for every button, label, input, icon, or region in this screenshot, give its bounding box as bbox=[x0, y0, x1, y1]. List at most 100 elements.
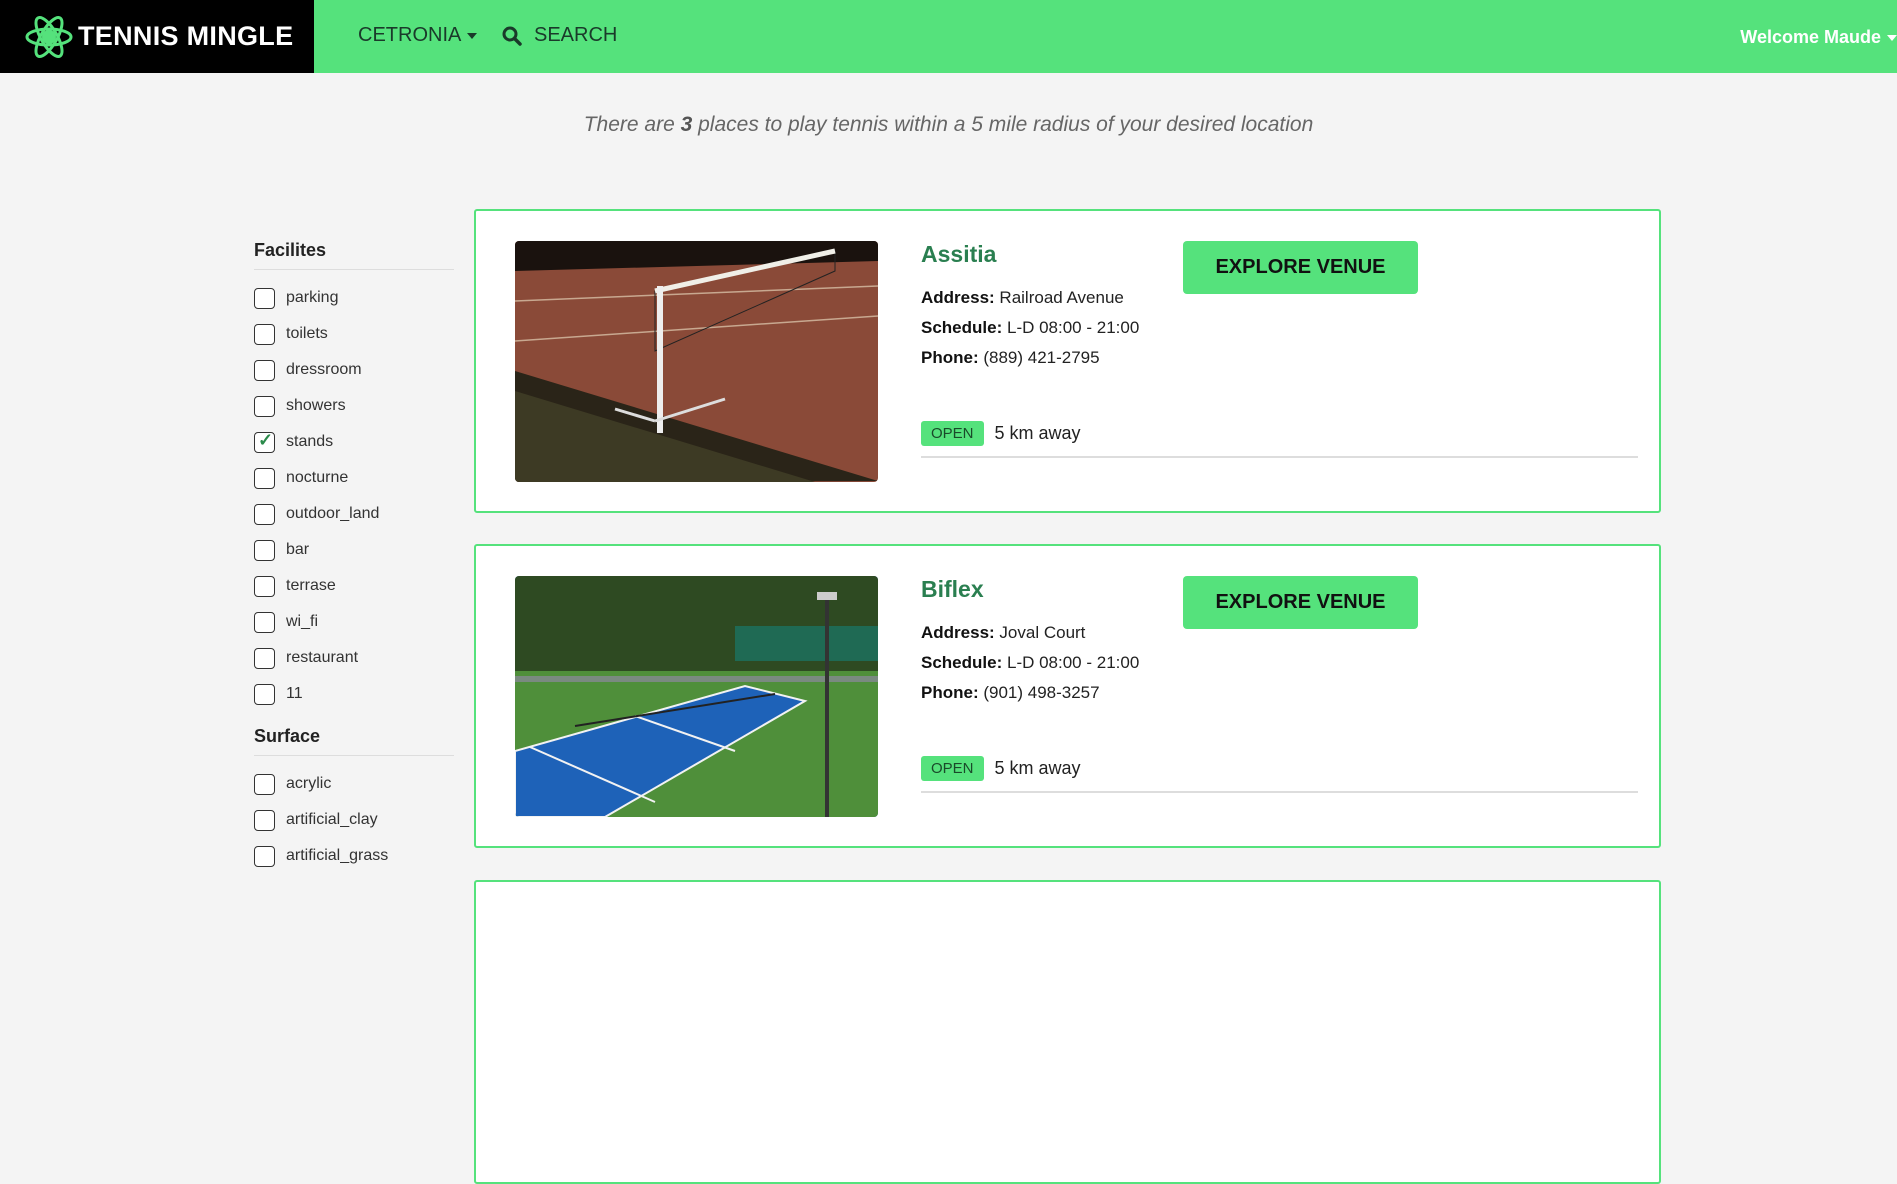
venue-address: Joval Court bbox=[999, 623, 1086, 642]
filter-option-label: nocturne bbox=[286, 469, 349, 486]
results-count: 3 bbox=[680, 113, 693, 136]
filter-option-label: artificial_clay bbox=[286, 811, 378, 828]
venue-status-row: OPEN 5 km away bbox=[921, 756, 1081, 781]
filter-option-label: wi_fi bbox=[286, 613, 319, 630]
brand-name: TENNIS MINGLE bbox=[78, 21, 294, 51]
city-dropdown[interactable]: CETRONIA bbox=[358, 24, 478, 47]
address-label: Address: bbox=[921, 623, 995, 642]
surface-list: acrylic artificial_clay artificial_grass bbox=[254, 766, 454, 874]
phone-label: Phone: bbox=[921, 348, 979, 367]
divider bbox=[921, 456, 1638, 458]
filter-checkbox[interactable] bbox=[254, 845, 275, 867]
venue-image bbox=[515, 241, 878, 482]
venue-card: Assitia Address: Railroad Avenue Schedul… bbox=[474, 209, 1661, 513]
filter-checkbox[interactable] bbox=[254, 395, 275, 417]
filter-option-label: parking bbox=[286, 289, 339, 306]
venue-name[interactable]: Assitia bbox=[921, 241, 996, 268]
venue-card bbox=[474, 880, 1661, 1184]
filter-checkbox[interactable] bbox=[254, 359, 275, 381]
venue-phone: (901) 498-3257 bbox=[983, 683, 1100, 702]
filter-checkbox[interactable] bbox=[254, 575, 275, 597]
filter-option-artificial-grass[interactable]: artificial_grass bbox=[254, 838, 454, 874]
filter-checkbox[interactable] bbox=[254, 503, 275, 525]
filter-checkbox[interactable] bbox=[254, 467, 275, 489]
filter-option-bar[interactable]: bar bbox=[254, 532, 454, 568]
venue-info: Address: Joval Court Schedule: L-D 08:00… bbox=[921, 618, 1139, 708]
city-label: CETRONIA bbox=[358, 24, 462, 46]
venue-schedule: L-D 08:00 - 21:00 bbox=[1006, 318, 1140, 337]
facilities-filter-group: Facilites parking toilets dressroom showers… bbox=[254, 240, 454, 712]
surface-filter-title: Surface bbox=[254, 726, 454, 756]
user-welcome: Welcome Maude bbox=[1740, 27, 1881, 47]
filter-option-showers[interactable]: showers bbox=[254, 388, 454, 424]
filter-option-restaurant[interactable]: restaurant bbox=[254, 640, 454, 676]
filter-option-11[interactable]: 11 bbox=[254, 676, 454, 712]
filter-option-label: restaurant bbox=[286, 649, 359, 666]
filter-option-dressroom[interactable]: dressroom bbox=[254, 352, 454, 388]
chevron-down-icon bbox=[467, 32, 478, 39]
venue-name[interactable]: Biflex bbox=[921, 576, 984, 603]
surface-filter-group: Surface acrylic artificial_clay artificial… bbox=[254, 726, 454, 874]
search-icon bbox=[502, 26, 522, 46]
filter-checkbox[interactable] bbox=[254, 647, 275, 669]
venue-phone: (889) 421-2795 bbox=[983, 348, 1100, 367]
results-summary: There are 3 places to play tennis within… bbox=[0, 113, 1897, 137]
filter-option-parking[interactable]: parking bbox=[254, 280, 454, 316]
filter-checkbox[interactable] bbox=[254, 611, 275, 633]
filter-checkbox[interactable] bbox=[254, 773, 275, 795]
filter-option-label: outdoor_land bbox=[286, 505, 380, 522]
schedule-label: Schedule: bbox=[921, 653, 1003, 672]
summary-suffix: places to play tennis within a 5 mile ra… bbox=[692, 113, 1314, 136]
filter-option-label: dressroom bbox=[286, 361, 362, 378]
filter-option-label: artificial_grass bbox=[286, 847, 389, 864]
venue-status-row: OPEN 5 km away bbox=[921, 421, 1081, 446]
filter-checkbox[interactable] bbox=[254, 539, 275, 561]
filter-option-label: acrylic bbox=[286, 775, 332, 792]
explore-venue-button[interactable]: EXPLORE VENUE bbox=[1183, 576, 1418, 629]
filter-option-label: 11 bbox=[286, 685, 303, 702]
filter-option-label: terrase bbox=[286, 577, 336, 594]
search-link[interactable]: SEARCH bbox=[502, 24, 617, 47]
venue-image bbox=[515, 576, 878, 817]
filter-option-stands[interactable]: stands bbox=[254, 424, 454, 460]
filter-checkbox[interactable] bbox=[254, 430, 275, 453]
venue-distance: 5 km away bbox=[994, 758, 1081, 778]
phone-label: Phone: bbox=[921, 683, 979, 702]
filter-option-wi-fi[interactable]: wi_fi bbox=[254, 604, 454, 640]
filter-checkbox[interactable] bbox=[254, 287, 275, 309]
venue-card: Biflex Address: Joval Court Schedule: L-… bbox=[474, 544, 1661, 848]
filter-option-acrylic[interactable]: acrylic bbox=[254, 766, 454, 802]
tennis-atom-logo-icon bbox=[24, 15, 74, 58]
top-navbar: TENNIS MINGLE CETRONIA SEARCH Welcome Ma… bbox=[0, 0, 1897, 73]
explore-venue-button[interactable]: EXPLORE VENUE bbox=[1183, 241, 1418, 294]
filter-option-label: showers bbox=[286, 397, 346, 414]
divider bbox=[921, 791, 1638, 793]
facilities-filter-title: Facilites bbox=[254, 240, 454, 270]
filter-option-nocturne[interactable]: nocturne bbox=[254, 460, 454, 496]
search-label: SEARCH bbox=[534, 24, 618, 46]
facilities-list: parking toilets dressroom showers stands noct… bbox=[254, 280, 454, 712]
filter-checkbox[interactable] bbox=[254, 809, 275, 831]
filter-option-label: bar bbox=[286, 541, 310, 558]
filter-option-artificial-clay[interactable]: artificial_clay bbox=[254, 802, 454, 838]
schedule-label: Schedule: bbox=[921, 318, 1003, 337]
status-badge: OPEN bbox=[921, 756, 984, 781]
filter-option-label: stands bbox=[286, 433, 334, 450]
address-label: Address: bbox=[921, 288, 995, 307]
filters-sidebar: Facilites parking toilets dressroom showers… bbox=[254, 240, 454, 888]
filter-option-toilets[interactable]: toilets bbox=[254, 316, 454, 352]
chevron-down-icon bbox=[1887, 34, 1897, 41]
filter-option-outdoor-land[interactable]: outdoor_land bbox=[254, 496, 454, 532]
filter-checkbox[interactable] bbox=[254, 683, 275, 705]
brand[interactable]: TENNIS MINGLE bbox=[0, 0, 314, 73]
filter-checkbox[interactable] bbox=[254, 323, 275, 345]
user-menu[interactable]: Welcome Maude bbox=[1740, 27, 1897, 48]
filter-option-label: toilets bbox=[286, 325, 328, 342]
filter-option-terrase[interactable]: terrase bbox=[254, 568, 454, 604]
status-badge: OPEN bbox=[921, 421, 984, 446]
venue-schedule: L-D 08:00 - 21:00 bbox=[1006, 653, 1140, 672]
venue-address: Railroad Avenue bbox=[999, 288, 1124, 307]
summary-prefix: There are bbox=[583, 113, 681, 136]
venue-distance: 5 km away bbox=[994, 423, 1081, 443]
venue-info: Address: Railroad Avenue Schedule: L-D 0… bbox=[921, 283, 1139, 373]
